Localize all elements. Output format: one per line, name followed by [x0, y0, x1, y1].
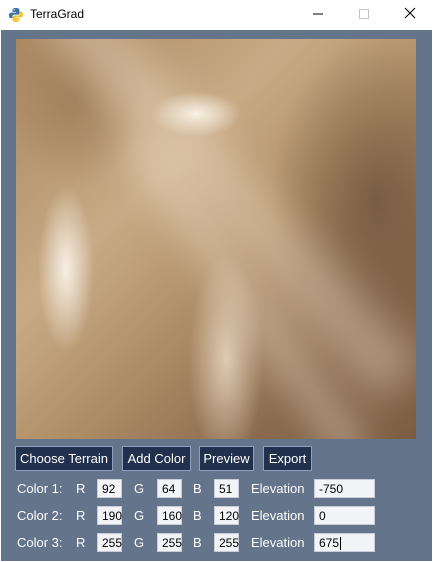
- maximize-button[interactable]: [341, 0, 387, 30]
- elevation-value: 675: [319, 536, 340, 550]
- color-3-b-label: B: [193, 535, 202, 550]
- color-1-b-input[interactable]: 51: [214, 479, 239, 498]
- color-3-r-input[interactable]: 255: [97, 533, 122, 552]
- color-2-r-label: R: [76, 508, 86, 523]
- color-3-elevation-label: Elevation: [251, 535, 305, 550]
- color-1-label: Color 1:: [17, 481, 63, 496]
- title-bar[interactable]: TerraGrad: [0, 0, 433, 30]
- text-cursor: [340, 537, 342, 551]
- color-3-g-label: G: [134, 535, 145, 550]
- color-1-g-label: G: [134, 481, 145, 496]
- color-2-label: Color 2:: [17, 508, 63, 523]
- minimize-icon: [313, 6, 323, 24]
- window-title: TerraGrad: [30, 7, 85, 21]
- choose-terrain-button[interactable]: Choose Terrain: [15, 446, 113, 471]
- close-icon: [404, 6, 416, 24]
- color-2-g-label: G: [134, 508, 145, 523]
- python-icon: [8, 7, 24, 23]
- maximize-icon: [359, 6, 369, 24]
- color-1-elevation-label: Elevation: [251, 481, 305, 496]
- color-1-r-label: R: [76, 481, 86, 496]
- color-2-elevation-label: Elevation: [251, 508, 305, 523]
- color-3-r-label: R: [76, 535, 86, 550]
- color-3-elevation-input[interactable]: 675: [314, 533, 375, 552]
- color-2-elevation-input[interactable]: 0: [314, 506, 375, 525]
- client-area: Choose Terrain Add Color Preview Export …: [1, 30, 432, 561]
- color-2-g-input[interactable]: 160: [157, 506, 182, 525]
- color-1-elevation-input[interactable]: -750: [314, 479, 375, 498]
- color-1-b-label: B: [193, 481, 202, 496]
- close-button[interactable]: [387, 0, 433, 30]
- terrain-preview-image: [16, 39, 416, 439]
- color-3-b-input[interactable]: 255: [214, 533, 239, 552]
- color-3-label: Color 3:: [17, 535, 63, 550]
- color-2-b-input[interactable]: 120: [214, 506, 239, 525]
- app-window: TerraGrad Choose Terrain Add Color Previ…: [0, 0, 433, 562]
- color-1-g-input[interactable]: 64: [157, 479, 182, 498]
- color-2-r-input[interactable]: 190: [97, 506, 122, 525]
- add-color-button[interactable]: Add Color: [122, 446, 191, 471]
- export-button[interactable]: Export: [263, 446, 312, 471]
- color-1-r-input[interactable]: 92: [97, 479, 122, 498]
- color-2-b-label: B: [193, 508, 202, 523]
- minimize-button[interactable]: [295, 0, 341, 30]
- preview-button[interactable]: Preview: [199, 446, 254, 471]
- color-3-g-input[interactable]: 255: [157, 533, 182, 552]
